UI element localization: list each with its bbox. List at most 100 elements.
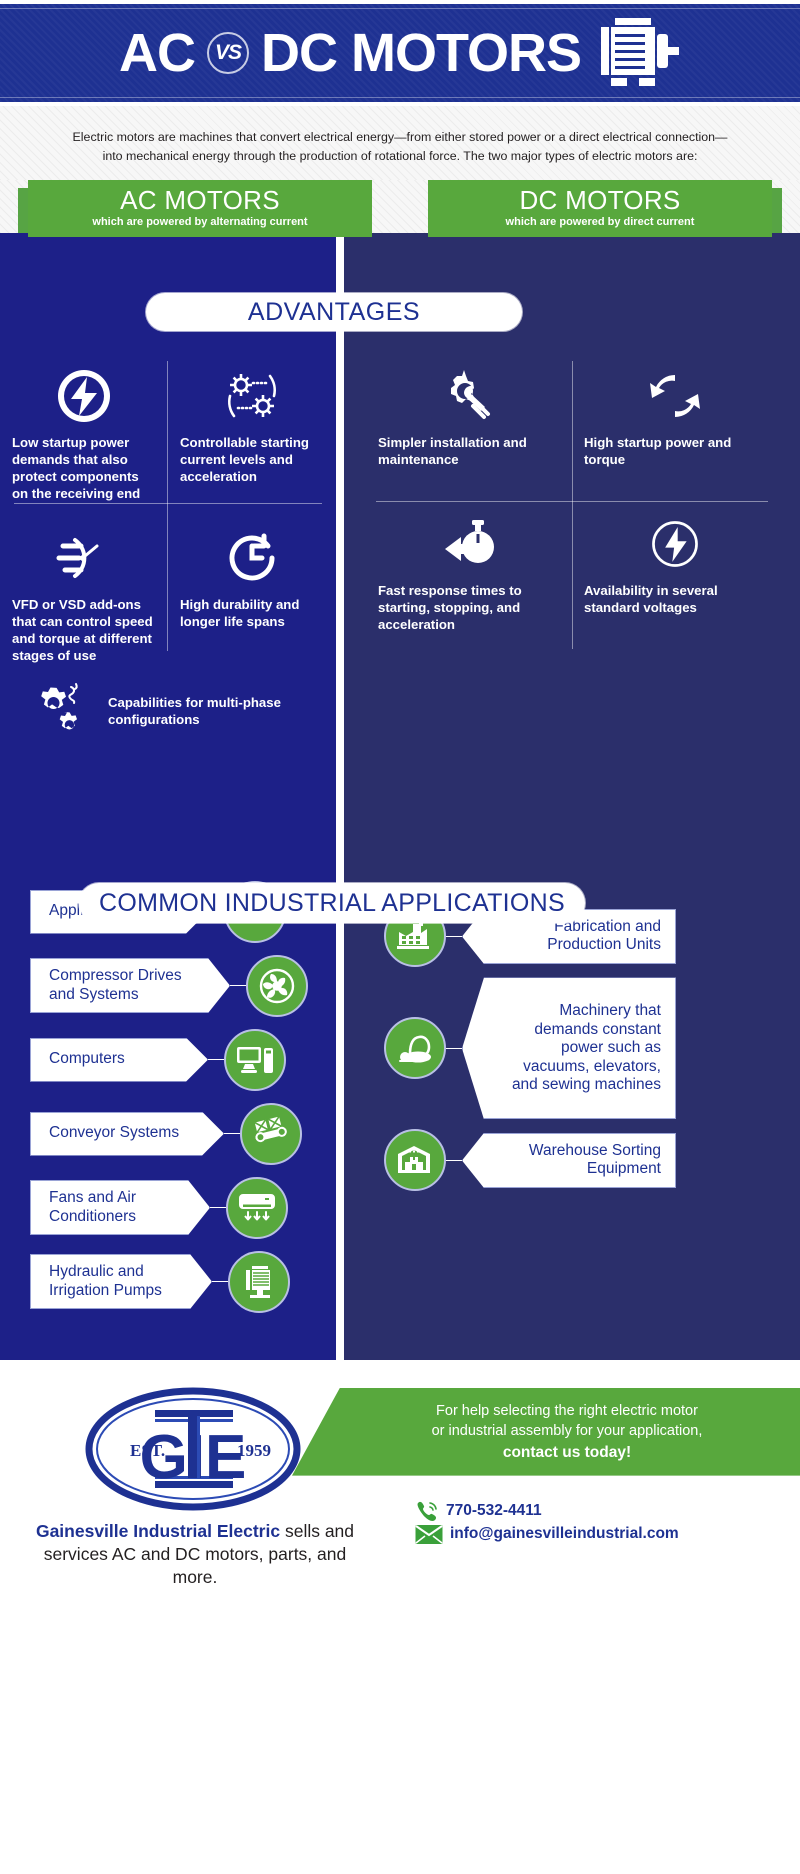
phone-icon [417, 1501, 437, 1521]
contact-block: 770-532-4411 info@gainesvilleindustrial.… [415, 1500, 679, 1547]
list-item[interactable]: Fans and Air Conditioners [0, 1172, 336, 1244]
email-address: info@gainesvilleindustrial.com [450, 1525, 679, 1543]
phone-number: 770-532-4411 [446, 1501, 542, 1519]
ac-advantage-item: Controllable starting current levels and… [168, 351, 336, 513]
warehouse-icon [384, 1129, 446, 1192]
ac-advantage-multiphase: Capabilities for multi-phase configurati… [0, 675, 336, 774]
ac-advantage-multiphase-text: Capabilities for multi-phase configurati… [108, 695, 281, 728]
page-footer: EST. 1959 GIE Gainesville Industrial Ele… [0, 1359, 800, 1630]
ac-advantage-text: VFD or VSD add-ons that can control spee… [12, 597, 153, 663]
double-gears-icon [24, 681, 96, 744]
ac-advantage-item: High durability and longer life spans [168, 513, 336, 675]
list-item[interactable]: Computers [0, 1024, 336, 1096]
ac-advantage-item: Low startup power demands that also prot… [0, 351, 168, 513]
connector-line [446, 1159, 462, 1161]
cta-line-2: or industrial assembly for your applicat… [431, 1423, 703, 1440]
cta-call-to-action: contact us today! [502, 1443, 632, 1461]
ac-app-label: Fans and Air Conditioners [30, 1180, 210, 1235]
ac-panel: Low startup power demands that also prot… [0, 233, 336, 1360]
electric-motor-icon [601, 18, 679, 86]
title-ac: AC [118, 23, 196, 83]
dc-advantage-item: High startup power and torque [572, 351, 778, 499]
category-ac: AC MOTORS which are powered by alternati… [0, 180, 400, 238]
header-title-wrap: AC VS DC MOTORS [119, 16, 681, 90]
category-ac-title: AC MOTORS [120, 185, 280, 216]
pump-motor-icon [228, 1250, 290, 1313]
list-item[interactable]: Compressor Drives and Systems [0, 950, 336, 1022]
dc-advantages-grid: Simpler installation and maintenance Hig… [344, 351, 800, 650]
dc-advantage-text: Fast response times to starting, stoppin… [378, 583, 522, 633]
category-ac-subtitle: which are powered by alternating current [92, 216, 308, 229]
list-item[interactable]: Machinery that demands constant power su… [344, 977, 800, 1120]
category-headers: AC MOTORS which are powered by alternati… [0, 180, 800, 238]
category-ac-box: AC MOTORS which are powered by alternati… [28, 180, 372, 238]
company-description: Gainesville Industrial Electric sells an… [20, 1520, 370, 1589]
air-conditioner-icon [226, 1176, 288, 1239]
dc-advantage-item: Availability in several standard voltage… [572, 499, 778, 647]
ac-app-label: Compressor Drives and Systems [30, 958, 230, 1013]
dc-advantage-text: Availability in several standard voltage… [584, 583, 718, 616]
lightning-bolt-circle-icon [12, 365, 156, 427]
advantages-pill: ADVANTAGES [146, 293, 522, 332]
ac-advantage-text: Low startup power demands that also prot… [12, 435, 141, 502]
gear-wrench-icon [378, 365, 560, 427]
list-item[interactable]: Conveyor Systems [0, 1098, 336, 1170]
speed-gauge-icon [12, 527, 156, 589]
title-dc-motors: DC MOTORS [260, 23, 582, 83]
ac-advantages-grid: Low startup power demands that also prot… [0, 351, 336, 674]
ac-advantage-item: VFD or VSD add-ons that can control spee… [0, 513, 168, 675]
connector-line [224, 1133, 240, 1135]
connector-line [446, 935, 462, 937]
ac-app-label: Computers [30, 1038, 208, 1082]
email-row[interactable]: info@gainesvilleindustrial.com [415, 1524, 679, 1545]
accent-bar-right [772, 188, 782, 237]
ac-app-label: Hydraulic and Irrigation Pumps [30, 1254, 212, 1309]
applications-pill: COMMON INDUSTRIAL APPLICATIONS [79, 883, 585, 924]
dc-app-label: Warehouse Sorting Equipment [462, 1132, 676, 1189]
intro-section: Electric motors are machines that conver… [0, 106, 800, 180]
lightning-bolt-circle-icon [584, 513, 766, 575]
company-logo: EST. 1959 GIE [78, 1386, 308, 1517]
gears-dashed-circle-icon [180, 365, 324, 427]
dc-applications-list: Fabrication and Production Units Machine… [344, 887, 800, 1241]
envelope-icon [415, 1524, 443, 1544]
ac-advantage-text: High durability and longer life spans [180, 597, 300, 629]
category-dc-box: DC MOTORS which are powered by direct cu… [428, 180, 772, 238]
category-dc: DC MOTORS which are powered by direct cu… [400, 180, 800, 238]
dc-panel: Simpler installation and maintenance Hig… [344, 233, 800, 1360]
stopwatch-arrow-icon [378, 513, 560, 575]
page-title: AC VS DC MOTORS [118, 22, 582, 84]
ac-advantage-text: Controllable starting current levels and… [180, 435, 309, 485]
ac-app-label: Conveyor Systems [30, 1112, 224, 1156]
dc-advantage-text: High startup power and torque [584, 435, 732, 468]
panel-gutter [336, 233, 344, 1360]
connector-line [446, 1047, 462, 1049]
main-panels: ADVANTAGES COMMON INDUSTRIAL APPLICATION… [0, 233, 800, 1360]
fan-compressor-icon [246, 954, 308, 1017]
category-dc-title: DC MOTORS [519, 185, 681, 216]
computer-icon [224, 1028, 286, 1091]
rotating-arrows-icon [584, 365, 766, 427]
vs-badge: VS [206, 32, 249, 74]
category-dc-subtitle: which are powered by direct current [505, 216, 695, 229]
dc-advantage-text: Simpler installation and maintenance [378, 435, 527, 468]
clock-refresh-icon [180, 527, 324, 589]
connector-line [212, 1281, 228, 1283]
accent-bar-left [18, 188, 28, 237]
cta-banner: For help selecting the right electric mo… [292, 1387, 800, 1476]
list-item[interactable]: Warehouse Sorting Equipment [344, 1129, 800, 1192]
ac-applications-list: Appliances Compressor Drives and Systems [0, 858, 336, 1360]
dc-advantage-item: Fast response times to starting, stoppin… [366, 499, 572, 647]
vacuum-cleaner-icon [384, 1017, 446, 1080]
company-name: Gainesville Industrial Electric [35, 1520, 281, 1541]
connector-line [210, 1207, 226, 1209]
connector-line [230, 985, 246, 987]
dc-advantage-item: Simpler installation and maintenance [366, 351, 572, 499]
phone-row[interactable]: 770-532-4411 [415, 1500, 679, 1522]
dc-app-label: Machinery that demands constant power su… [462, 977, 676, 1120]
page-header: AC VS DC MOTORS [0, 0, 800, 106]
list-item[interactable]: Hydraulic and Irrigation Pumps [0, 1246, 336, 1318]
conveyor-belt-icon [240, 1102, 302, 1165]
connector-line [208, 1059, 224, 1061]
cta-line-1: For help selecting the right electric mo… [436, 1402, 698, 1419]
